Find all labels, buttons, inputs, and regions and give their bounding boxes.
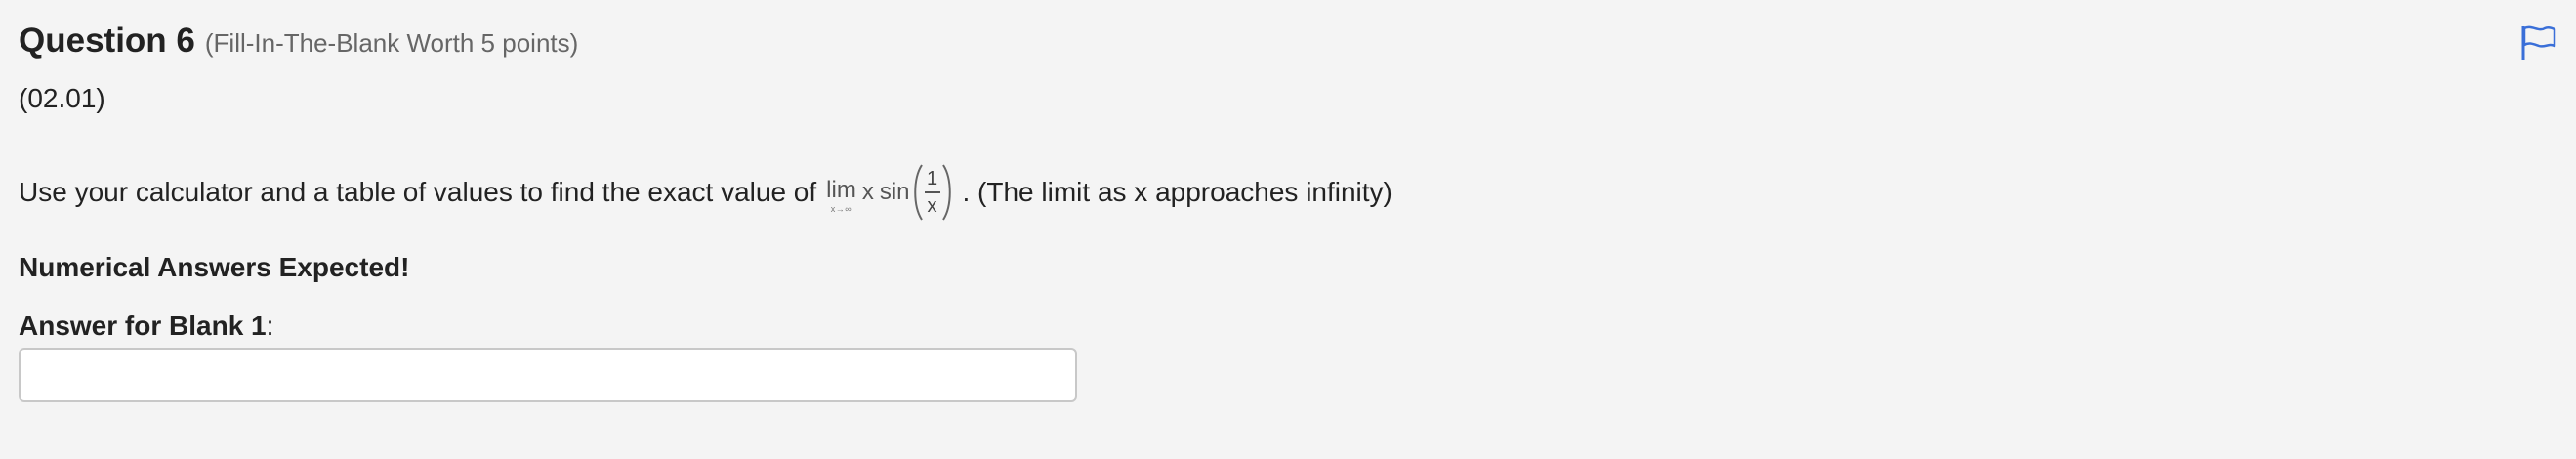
- limit-operator: lim x→∞: [826, 179, 856, 214]
- question-prompt: Use your calculator and a table of value…: [19, 164, 1392, 221]
- blank-label: Answer for Blank 1:: [19, 311, 273, 342]
- fraction-denominator: x: [927, 195, 937, 217]
- fraction: 1 x: [912, 163, 953, 222]
- question-points: (Fill-In-The-Blank Worth 5 points): [204, 28, 579, 58]
- blank-label-colon: :: [266, 311, 274, 341]
- flag-icon[interactable]: [2519, 24, 2558, 62]
- limit-expression: lim x→∞ x sin 1 x: [826, 163, 952, 222]
- limit-subscript: x→∞: [830, 204, 852, 214]
- numerical-notice: Numerical Answers Expected!: [19, 252, 410, 282]
- sine-function: sin: [879, 179, 910, 205]
- answer-blank-1-input[interactable]: [19, 348, 1077, 402]
- blank-label-text: Answer for Blank 1: [19, 311, 267, 341]
- prompt-tail: . (The limit as x approaches infinity): [962, 177, 1392, 207]
- fraction-numerator: 1: [926, 168, 938, 189]
- limit-word: lim: [826, 177, 856, 203]
- fraction-group: 1 x: [912, 163, 953, 222]
- question-code: (02.01): [19, 83, 105, 113]
- limit-variable: x: [861, 179, 874, 205]
- question-header: Question 6 (Fill-In-The-Blank Worth 5 po…: [19, 21, 578, 61]
- question-title: Question 6: [19, 21, 195, 60]
- prompt-text: Use your calculator and a table of value…: [19, 177, 817, 207]
